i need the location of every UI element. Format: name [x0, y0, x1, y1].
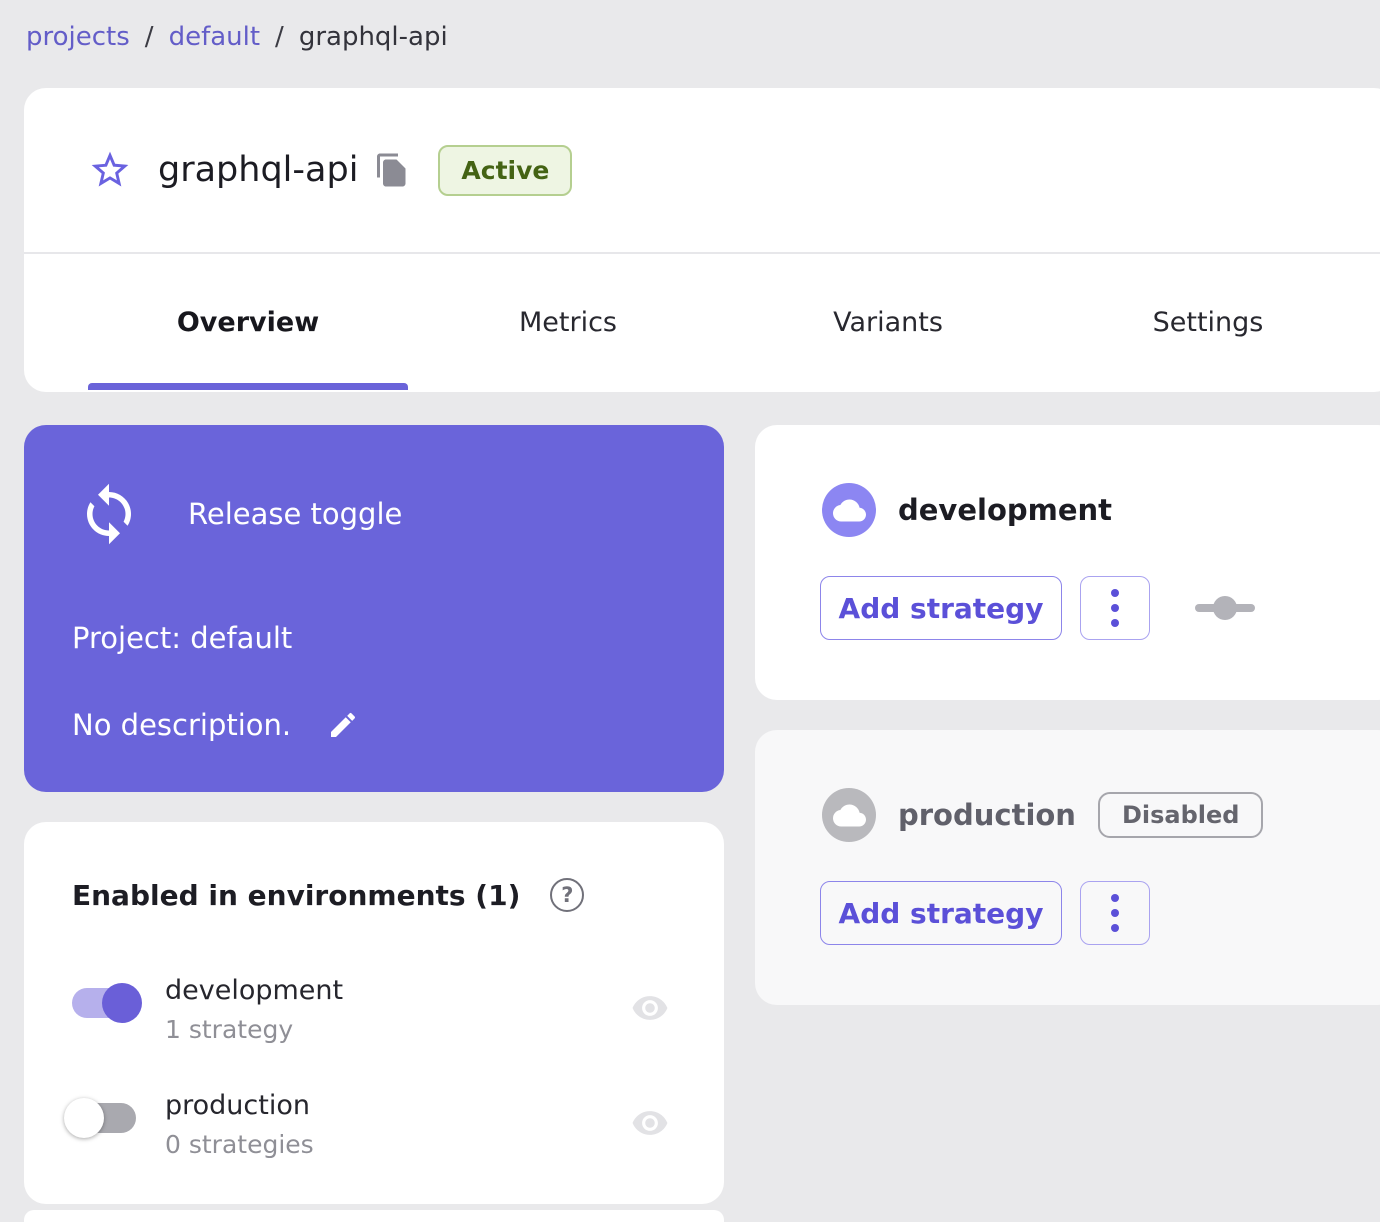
environment-header: production Disabled — [822, 788, 1264, 842]
environment-card-production: production Disabled Add strategy — [755, 730, 1380, 1005]
feature-type-label: Release toggle — [188, 497, 403, 531]
toggle-thumb — [102, 983, 142, 1023]
environment-cloud-badge — [822, 483, 876, 537]
environment-cloud-badge — [822, 788, 876, 842]
environment-strategy-count: 0 strategies — [165, 1130, 314, 1159]
enabled-environments-header: Enabled in environments (1) ? — [72, 878, 585, 912]
environment-header: development — [822, 483, 1112, 537]
tab-variants[interactable]: Variants — [728, 254, 1048, 390]
active-tab-indicator — [88, 383, 408, 390]
add-strategy-button[interactable]: Add strategy — [820, 576, 1062, 640]
tab-metrics[interactable]: Metrics — [408, 254, 728, 390]
favorite-star-icon[interactable] — [88, 148, 132, 192]
environment-disabled-badge: Disabled — [1097, 792, 1264, 838]
visibility-eye-icon[interactable] — [624, 989, 676, 1027]
next-card-peek — [24, 1210, 724, 1222]
kebab-dot — [1111, 909, 1119, 917]
enabled-environments-card: Enabled in environments (1) ? developmen… — [24, 822, 724, 1204]
environment-row-labels: development 1 strategy — [165, 975, 343, 1044]
strategy-node-icon — [1195, 596, 1255, 620]
environment-strategy-count: 1 strategy — [165, 1015, 294, 1044]
feature-tabs: Overview Metrics Variants Settings — [24, 254, 1380, 390]
kebab-dot — [1111, 589, 1119, 597]
breadcrumb-separator: / — [144, 22, 154, 52]
environment-name: production — [898, 798, 1076, 832]
kebab-dot — [1111, 924, 1119, 932]
tab-overview[interactable]: Overview — [88, 254, 408, 390]
breadcrumb-current: graphql-api — [298, 22, 448, 52]
toggle-thumb — [64, 1098, 104, 1138]
feature-description-row: No description. — [72, 708, 359, 742]
feature-header-row: graphql-api Active — [24, 88, 1380, 254]
kebab-dot — [1111, 619, 1119, 627]
environment-card-development: development Add strategy — [755, 425, 1380, 700]
environment-actions: Add strategy — [820, 576, 1256, 640]
environment-more-menu-button[interactable] — [1080, 881, 1150, 945]
help-icon[interactable]: ? — [550, 878, 585, 912]
status-badge: Active — [438, 144, 573, 196]
tab-settings[interactable]: Settings — [1048, 254, 1368, 390]
environment-toggle-row-production: production 0 strategies — [24, 1090, 724, 1170]
environment-row-name: development — [165, 975, 344, 1006]
page-title: graphql-api — [158, 150, 359, 190]
feature-header-card: graphql-api Active Overview Metrics Vari… — [24, 88, 1380, 392]
environment-toggle-row-development: development 1 strategy — [24, 975, 724, 1055]
cloud-icon — [832, 804, 866, 826]
breadcrumb-separator: / — [275, 22, 284, 52]
feature-info-card: Release toggle Project: default No descr… — [24, 425, 724, 792]
add-strategy-button[interactable]: Add strategy — [820, 881, 1062, 945]
edit-description-icon[interactable] — [327, 709, 359, 741]
environment-row-name: production — [165, 1090, 310, 1121]
environment-row-labels: production 0 strategies — [165, 1090, 314, 1159]
feature-project-label: Project: default — [72, 621, 293, 655]
cloud-icon — [832, 499, 866, 521]
kebab-dot — [1111, 894, 1119, 902]
breadcrumb-link-projects[interactable]: projects — [26, 22, 130, 52]
breadcrumb-link-default[interactable]: default — [169, 22, 260, 52]
enabled-environments-title: Enabled in environments (1) — [72, 878, 521, 912]
release-toggle-icon — [87, 483, 131, 545]
environment-more-menu-button[interactable] — [1080, 576, 1150, 640]
environment-toggle-production[interactable] — [64, 1098, 144, 1138]
visibility-eye-icon[interactable] — [624, 1104, 676, 1142]
environment-actions: Add strategy — [820, 881, 1150, 945]
feature-description: No description. — [72, 708, 292, 742]
kebab-dot — [1111, 604, 1119, 612]
feature-type-row: Release toggle — [76, 481, 402, 547]
environment-name: development — [898, 493, 1113, 527]
breadcrumb: projects / default / graphql-api — [26, 22, 448, 52]
environment-toggle-development[interactable] — [68, 983, 144, 1023]
copy-name-icon[interactable] — [374, 152, 410, 188]
